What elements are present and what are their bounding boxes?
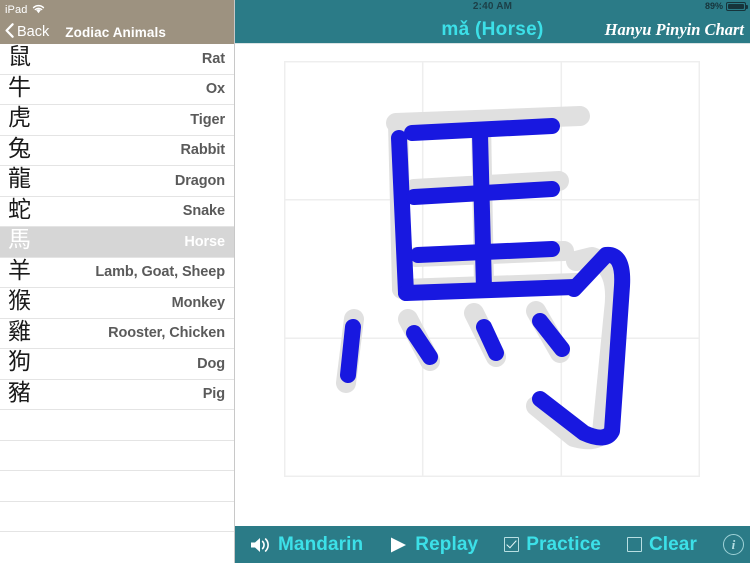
main-nav-bar: mǎ (Horse) Hanyu Pinyin Chart <box>235 16 750 44</box>
toolbar-item-label: Practice <box>526 533 601 555</box>
toolbar: Mandarin Replay Practice Clear i <box>235 526 750 563</box>
list-item[interactable]: 馬 Horse <box>0 227 234 258</box>
character-strokes <box>336 106 631 450</box>
list-item-label: Rooster, Chicken <box>108 325 225 342</box>
list-item-character: 羊 <box>8 257 31 284</box>
device-label: iPad <box>5 4 28 16</box>
user-strokes <box>340 118 631 446</box>
list-item-character: 兔 <box>8 135 31 162</box>
battery-icon <box>726 1 748 11</box>
battery-indicator: 89% <box>704 1 748 11</box>
list-item-label: Horse <box>184 233 225 250</box>
list-item[interactable]: 兔 Rabbit <box>0 135 234 166</box>
toolbar-practice-button[interactable]: Practice <box>504 534 601 556</box>
list-item[interactable]: 猴 Monkey <box>0 288 234 319</box>
list-item-character: 狗 <box>8 349 31 376</box>
list-item-empty <box>0 501 234 532</box>
list-item-empty <box>0 410 234 441</box>
list-item-label: Lamb, Goat, Sheep <box>95 264 225 281</box>
battery-fill <box>728 3 745 9</box>
main-status-bar: 2:40 AM 89% <box>235 0 750 16</box>
writing-canvas[interactable] <box>235 44 750 526</box>
list-item-label: Dragon <box>174 172 225 189</box>
zodiac-list[interactable]: 鼠 Rat 牛 Ox 虎 Tiger 兔 Rabbit 龍 Dragon 蛇 Snake 馬 Horse 羊… <box>0 44 234 563</box>
list-item[interactable]: 豬 Pig <box>0 379 234 410</box>
list-item-character: 豬 <box>8 379 31 406</box>
sidebar: iPad Back Zodiac Animals 鼠 Rat 牛 Ox 虎 Ti… <box>0 0 235 563</box>
list-item-empty <box>0 440 234 471</box>
sidebar-nav-bar: Back Zodiac Animals <box>0 20 234 44</box>
list-item-label: Rat <box>201 50 225 67</box>
sidebar-status-bar: iPad <box>0 0 234 20</box>
list-item-character: 雞 <box>8 318 31 345</box>
list-item-label: Snake <box>182 203 225 220</box>
list-item-label: Ox <box>205 81 225 98</box>
checkbox-checked-icon[interactable] <box>504 537 520 552</box>
back-button[interactable]: Back <box>5 22 50 42</box>
list-item-character: 牛 <box>8 74 31 101</box>
list-item-character: 猴 <box>8 288 31 315</box>
main-pane: 2:40 AM 89% mǎ (Horse) Hanyu Pinyin Char… <box>235 0 750 563</box>
toolbar-item-label: Clear <box>648 533 697 555</box>
list-item-empty <box>0 471 234 502</box>
list-item-label: Pig <box>202 386 225 403</box>
checkbox-unchecked-icon[interactable] <box>626 537 642 552</box>
toolbar-item-label: Replay <box>415 533 479 555</box>
list-item[interactable]: 雞 Rooster, Chicken <box>0 318 234 349</box>
wifi-icon <box>32 1 45 19</box>
speaker-icon <box>249 536 271 554</box>
back-button-label: Back <box>17 24 50 40</box>
list-item-character: 鼠 <box>8 44 31 71</box>
list-item-character: 虎 <box>8 105 31 132</box>
toolbar-mandarin-button[interactable]: Mandarin <box>249 534 363 556</box>
list-item-label: Rabbit <box>180 142 225 159</box>
app-root: iPad Back Zodiac Animals 鼠 Rat 牛 Ox 虎 Ti… <box>0 0 750 563</box>
app-title: Hanyu Pinyin Chart <box>604 19 744 39</box>
sidebar-title: Zodiac Animals <box>65 24 166 40</box>
list-item[interactable]: 鼠 Rat <box>0 44 234 75</box>
chevron-left-icon <box>5 22 14 42</box>
toolbar-clear-button[interactable]: Clear <box>626 533 697 556</box>
list-item-character: 龍 <box>8 166 31 193</box>
list-item-character: 蛇 <box>8 196 31 223</box>
clock: 2:40 AM <box>472 1 513 12</box>
list-item-character: 馬 <box>8 227 31 254</box>
toolbar-item-label: Mandarin <box>278 533 364 555</box>
page-title: mǎ (Horse) <box>441 18 544 40</box>
battery-percent-label: 89% <box>704 1 723 11</box>
toolbar-replay-button[interactable]: Replay <box>389 534 478 556</box>
list-item[interactable]: 牛 Ox <box>0 74 234 105</box>
list-item-label: Tiger <box>190 111 225 128</box>
play-icon <box>389 536 408 554</box>
list-item[interactable]: 羊 Lamb, Goat, Sheep <box>0 257 234 288</box>
list-item-label: Monkey <box>171 294 225 311</box>
character-grid[interactable] <box>284 61 700 477</box>
list-item[interactable]: 狗 Dog <box>0 349 234 380</box>
list-item[interactable]: 蛇 Snake <box>0 196 234 227</box>
list-item-label: Dog <box>197 355 225 372</box>
info-icon[interactable]: i <box>722 534 744 555</box>
list-item[interactable]: 虎 Tiger <box>0 105 234 136</box>
list-item[interactable]: 龍 Dragon <box>0 166 234 197</box>
